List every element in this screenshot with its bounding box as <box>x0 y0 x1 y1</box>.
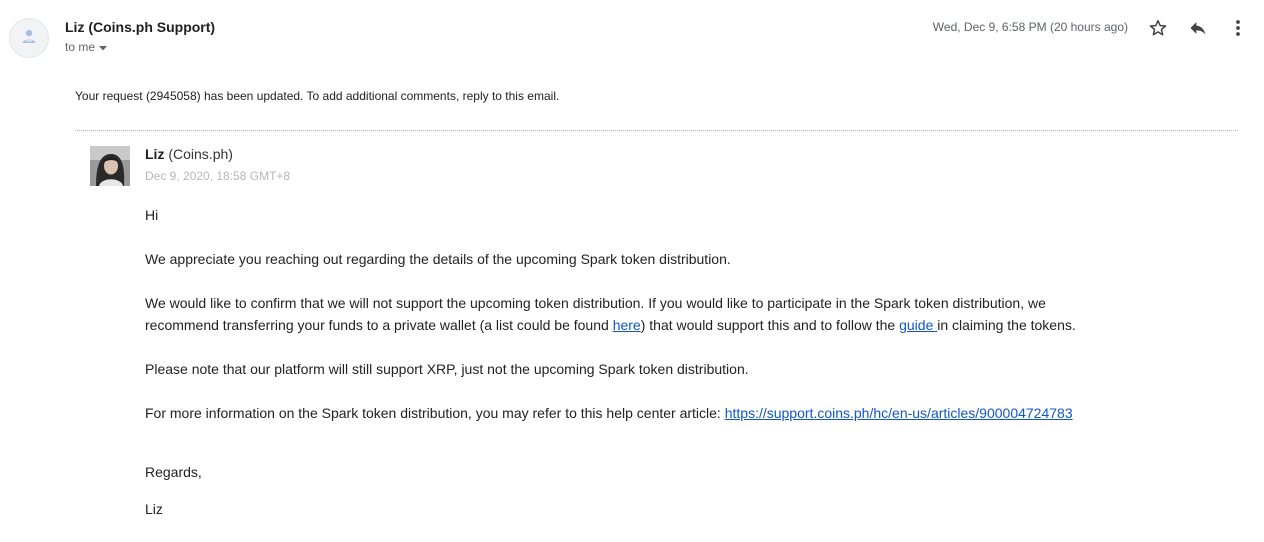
p2-text-a: recommend transferring your funds to a p… <box>145 317 613 333</box>
agent-org: (Coins.ph) <box>168 146 233 162</box>
agent-timestamp: Dec 9, 2020, 18:58 GMT+8 <box>145 169 291 183</box>
guide-link[interactable]: guide <box>899 317 937 333</box>
recipient-label: to me <box>65 40 96 54</box>
message-date: Wed, Dec 9, 6:58 PM (20 hours ago) <box>932 20 1128 34</box>
message-divider <box>75 130 1238 131</box>
person-icon <box>19 26 39 51</box>
agent-avatar <box>90 146 130 186</box>
agent-name-line: Liz (Coins.ph) <box>145 146 233 162</box>
paragraph-4: For more information on the Spark token … <box>145 402 1073 424</box>
star-icon[interactable] <box>1145 15 1171 41</box>
closing: Regards, <box>145 464 202 480</box>
sender-avatar[interactable] <box>9 18 49 58</box>
reply-icon[interactable] <box>1185 15 1211 41</box>
agent-name: Liz <box>145 146 165 162</box>
paragraph-2-line-1: We would like to confirm that we will no… <box>145 295 1046 311</box>
paragraph-1: We appreciate you reaching out regarding… <box>145 251 731 267</box>
help-article-link[interactable]: https://support.coins.ph/hc/en-us/articl… <box>725 405 1073 421</box>
greeting: Hi <box>145 207 159 223</box>
recipient-details-toggle[interactable]: to me <box>65 40 108 54</box>
paragraph-2-line-2: recommend transferring your funds to a p… <box>145 314 1076 336</box>
p4-text: For more information on the Spark token … <box>145 405 725 421</box>
more-vert-icon[interactable] <box>1225 15 1251 41</box>
sender-name[interactable]: Liz (Coins.ph Support) <box>65 19 215 35</box>
p2-text-b: ) that would support this and to follow … <box>640 317 900 333</box>
update-notice: Your request (2945058) has been updated.… <box>75 89 560 103</box>
wallet-list-link[interactable]: here <box>613 317 641 333</box>
paragraph-3: Please note that our platform will still… <box>145 361 749 377</box>
p2-text-c: in claiming the tokens. <box>937 317 1076 333</box>
signature: Liz <box>145 501 163 517</box>
chevron-down-icon <box>99 40 108 54</box>
